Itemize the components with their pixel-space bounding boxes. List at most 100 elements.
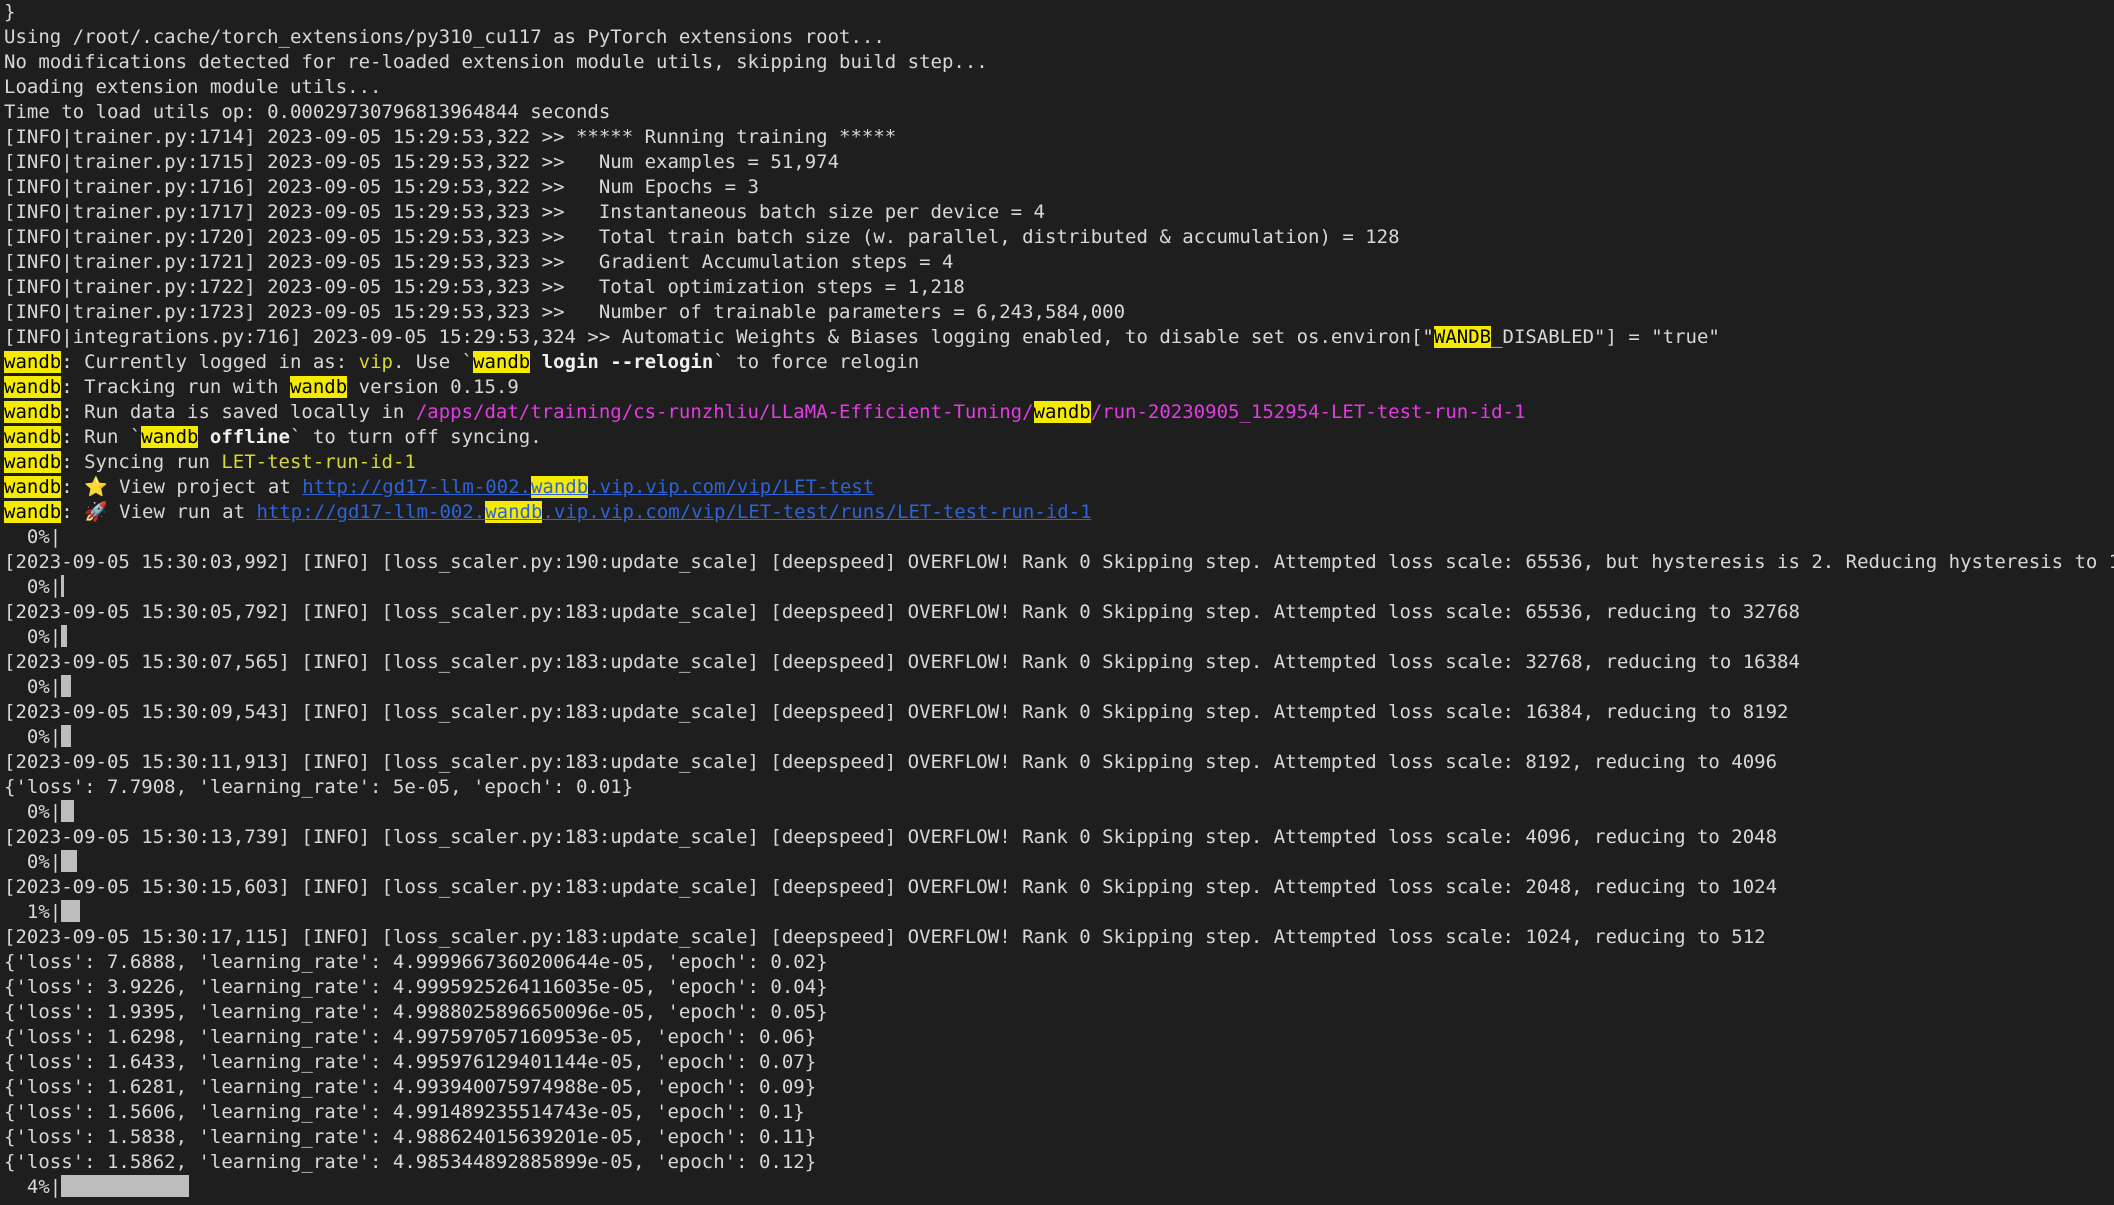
log-text: ` to force relogin — [713, 351, 920, 373]
log-line: [2023-09-05 15:30:03,992] [INFO] [loss_s… — [4, 550, 2114, 575]
log-text: Loading extension module utils... — [4, 76, 382, 98]
log-text: [INFO|trainer.py:1723] 2023-09-05 15:29:… — [4, 301, 1126, 323]
log-text: [2023-09-05 15:30:03,992] [INFO] [loss_s… — [4, 551, 2114, 573]
log-line: wandb: Run data is saved locally in /app… — [4, 400, 2114, 425]
terminal-output[interactable]: } Using /root/.cache/torch_extensions/py3… — [0, 0, 2114, 1205]
progress-line: 0%| — [4, 575, 2114, 600]
log-line: [INFO|trainer.py:1714] 2023-09-05 15:29:… — [4, 125, 2114, 150]
search-highlight: WANDB — [1433, 326, 1492, 348]
progress-bar-fill — [61, 850, 78, 872]
log-text: : 🚀 View run at — [61, 501, 257, 523]
terminal-link[interactable]: .vip.vip.com/vip/LET-test — [588, 476, 874, 498]
progress-percent: 0%| — [4, 526, 62, 548]
log-line: [INFO|trainer.py:1722] 2023-09-05 15:29:… — [4, 275, 2114, 300]
progress-bar-fill — [61, 800, 75, 822]
search-highlight: wandb — [4, 351, 62, 373]
log-line: Using /root/.cache/torch_extensions/py31… — [4, 25, 2114, 50]
log-line: [2023-09-05 15:30:15,603] [INFO] [loss_s… — [4, 875, 2114, 900]
log-text: {'loss': 7.7908, 'learning_rate': 5e-05,… — [4, 776, 634, 798]
log-line: Time to load utils op: 0.000297307968139… — [4, 100, 2114, 125]
log-text: [2023-09-05 15:30:17,115] [INFO] [loss_s… — [4, 926, 1766, 948]
log-line: [INFO|trainer.py:1721] 2023-09-05 15:29:… — [4, 250, 2114, 275]
log-line: {'loss': 1.9395, 'learning_rate': 4.9988… — [4, 1000, 2114, 1025]
log-text: [2023-09-05 15:30:09,543] [INFO] [loss_s… — [4, 701, 1789, 723]
log-text: [INFO|trainer.py:1720] 2023-09-05 15:29:… — [4, 226, 1400, 248]
search-highlight: wandb — [4, 401, 62, 423]
log-line: {'loss': 1.6298, 'learning_rate': 4.9975… — [4, 1025, 2114, 1050]
log-line: {'loss': 1.5606, 'learning_rate': 4.9914… — [4, 1100, 2114, 1125]
log-line: [INFO|trainer.py:1716] 2023-09-05 15:29:… — [4, 175, 2114, 200]
log-line: [INFO|trainer.py:1715] 2023-09-05 15:29:… — [4, 150, 2114, 175]
log-line: wandb: ⭐️ View project at http://gd17-ll… — [4, 475, 2114, 500]
progress-percent: 0%| — [4, 851, 62, 873]
log-text: [INFO|trainer.py:1716] 2023-09-05 15:29:… — [4, 176, 759, 198]
log-text: : ⭐️ View project at — [61, 476, 303, 498]
log-text: . Use ` — [392, 351, 474, 373]
log-line: wandb: Tracking run with wandb version 0… — [4, 375, 2114, 400]
log-text: : Currently logged in as: — [61, 351, 359, 373]
log-text: [2023-09-05 15:30:15,603] [INFO] [loss_s… — [4, 876, 1778, 898]
log-text: {'loss': 1.6281, 'learning_rate': 4.9939… — [4, 1076, 817, 1098]
log-text: /run-20230905_152954-LET-test-run-id-1 — [1090, 401, 1526, 423]
log-text: [INFO|trainer.py:1715] 2023-09-05 15:29:… — [4, 151, 840, 173]
log-text: login --relogin — [530, 351, 714, 373]
log-line: {'loss': 1.5838, 'learning_rate': 4.9886… — [4, 1125, 2114, 1150]
terminal-link[interactable]: .vip.vip.com/vip/LET-test/runs/LET-test-… — [542, 501, 1091, 523]
progress-bar-fill — [61, 725, 72, 747]
log-text: _DISABLED"] = "true" — [1491, 326, 1720, 348]
progress-percent: 4%| — [4, 1176, 62, 1198]
progress-percent: 0%| — [4, 626, 62, 648]
progress-percent: 1%| — [4, 901, 62, 923]
terminal-link[interactable]: http://gd17-llm-002. — [302, 476, 531, 498]
log-text: LET-test-run-id-1 — [221, 451, 416, 473]
log-line: [2023-09-05 15:30:09,543] [INFO] [loss_s… — [4, 700, 2114, 725]
log-line: {'loss': 1.6281, 'learning_rate': 4.9939… — [4, 1075, 2114, 1100]
log-text: [2023-09-05 15:30:13,739] [INFO] [loss_s… — [4, 826, 1778, 848]
log-text: {'loss': 1.9395, 'learning_rate': 4.9988… — [4, 1001, 828, 1023]
log-text: {'loss': 1.6433, 'learning_rate': 4.9959… — [4, 1051, 817, 1073]
progress-bar-fill — [61, 900, 81, 922]
log-text: [INFO|integrations.py:716] 2023-09-05 15… — [4, 326, 1434, 348]
log-text: version 0.15.9 — [347, 376, 519, 398]
terminal-link[interactable]: http://gd17-llm-002. — [256, 501, 485, 523]
terminal-link[interactable]: wandb — [485, 501, 543, 523]
log-line: [2023-09-05 15:30:07,565] [INFO] [loss_s… — [4, 650, 2114, 675]
log-text: [INFO|trainer.py:1717] 2023-09-05 15:29:… — [4, 201, 1045, 223]
log-line: {'loss': 3.9226, 'learning_rate': 4.9995… — [4, 975, 2114, 1000]
log-text: [INFO|trainer.py:1714] 2023-09-05 15:29:… — [4, 126, 897, 148]
log-line: } — [4, 0, 2114, 25]
search-highlight: wandb — [1033, 401, 1091, 423]
terminal-link[interactable]: wandb — [530, 476, 589, 498]
log-text: No modifications detected for re-loaded … — [4, 51, 988, 73]
log-text: offline — [198, 426, 290, 448]
search-highlight: wandb — [473, 351, 531, 373]
search-highlight: wandb — [4, 426, 62, 448]
log-line: [2023-09-05 15:30:05,792] [INFO] [loss_s… — [4, 600, 2114, 625]
progress-bar-tick — [61, 575, 65, 597]
log-text: : Tracking run with — [61, 376, 290, 398]
progress-line: 1%| — [4, 900, 2114, 925]
log-line: wandb: Currently logged in as: vip. Use … — [4, 350, 2114, 375]
log-text: {'loss': 1.5606, 'learning_rate': 4.9914… — [4, 1101, 805, 1123]
log-line: wandb: Run `wandb offline` to turn off s… — [4, 425, 2114, 450]
search-highlight: wandb — [4, 451, 62, 473]
log-text: : Syncing run — [61, 451, 222, 473]
log-line: {'loss': 1.5862, 'learning_rate': 4.9853… — [4, 1150, 2114, 1175]
progress-line: 0%| — [4, 525, 2114, 550]
progress-percent: 0%| — [4, 726, 62, 748]
log-text: Time to load utils op: 0.000297307968139… — [4, 101, 611, 123]
progress-line: 0%| — [4, 625, 2114, 650]
search-highlight: wandb — [4, 376, 62, 398]
log-text: vip — [358, 351, 393, 373]
log-text: /apps/dat/training/cs-runzhliu/LLaMA-Eff… — [415, 401, 1034, 423]
progress-line: 0%| — [4, 850, 2114, 875]
log-line: wandb : 🚀 View run at http://gd17-llm-002… — [4, 500, 2114, 525]
log-text: [2023-09-05 15:30:11,913] [INFO] [loss_s… — [4, 751, 1778, 773]
log-text: {'loss': 7.6888, 'learning_rate': 4.9999… — [4, 951, 828, 973]
log-text: [2023-09-05 15:30:05,792] [INFO] [loss_s… — [4, 601, 1800, 623]
search-highlight: wandb — [4, 476, 62, 498]
log-line: [2023-09-05 15:30:13,739] [INFO] [loss_s… — [4, 825, 2114, 850]
log-text: } — [4, 1, 16, 23]
progress-line: 4%| — [4, 1175, 2114, 1200]
search-highlight: wandb — [289, 376, 348, 398]
